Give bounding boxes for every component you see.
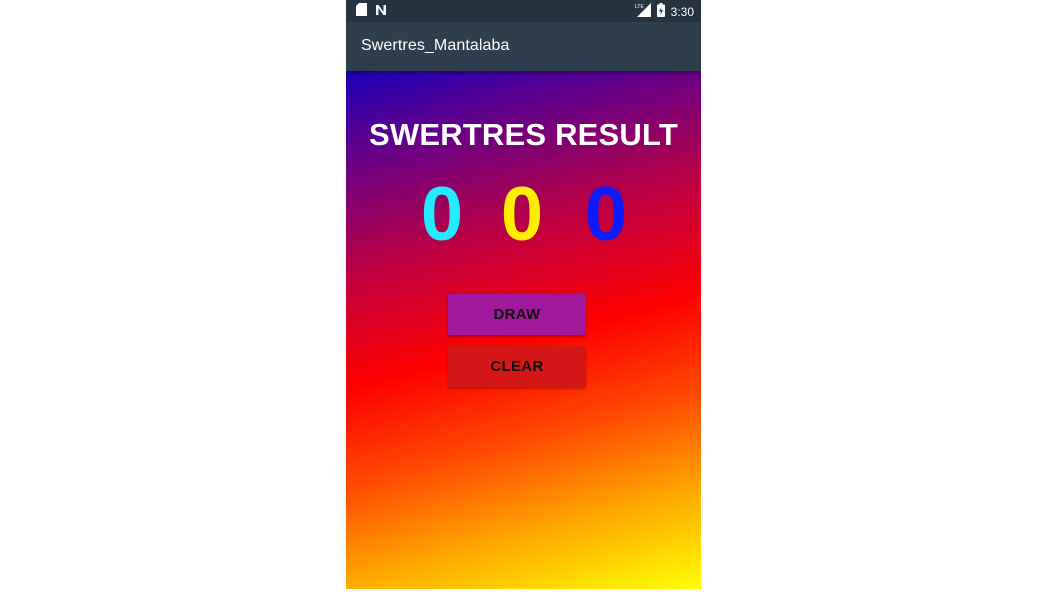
lte-signal-icon: LTE	[634, 3, 651, 20]
result-digit-1: 0	[420, 172, 464, 257]
result-digit-3: 0	[584, 172, 628, 257]
draw-button[interactable]: DRAW	[448, 294, 586, 335]
sd-card-icon	[356, 3, 367, 19]
battery-icon	[656, 3, 665, 20]
status-left-icons	[356, 3, 387, 19]
result-digit-2: 0	[500, 172, 544, 257]
svg-text:LTE: LTE	[635, 4, 644, 10]
app-title: Swertres_Mantalaba	[361, 37, 510, 54]
status-bar: LTE 3:30	[346, 0, 701, 22]
main-content: SWERTRES RESULT 0 0 0 DRAW CLEAR	[346, 71, 701, 589]
clear-button[interactable]: CLEAR	[448, 346, 586, 387]
result-heading: SWERTRES RESULT	[369, 117, 678, 152]
status-clock: 3:30	[670, 4, 694, 19]
n-notification-icon	[375, 4, 387, 19]
status-right-icons: LTE 3:30	[634, 3, 694, 20]
phone-screen: LTE 3:30 Swertres_Mantalaba SWERTRES RES…	[346, 0, 701, 589]
app-bar: Swertres_Mantalaba	[346, 22, 701, 71]
